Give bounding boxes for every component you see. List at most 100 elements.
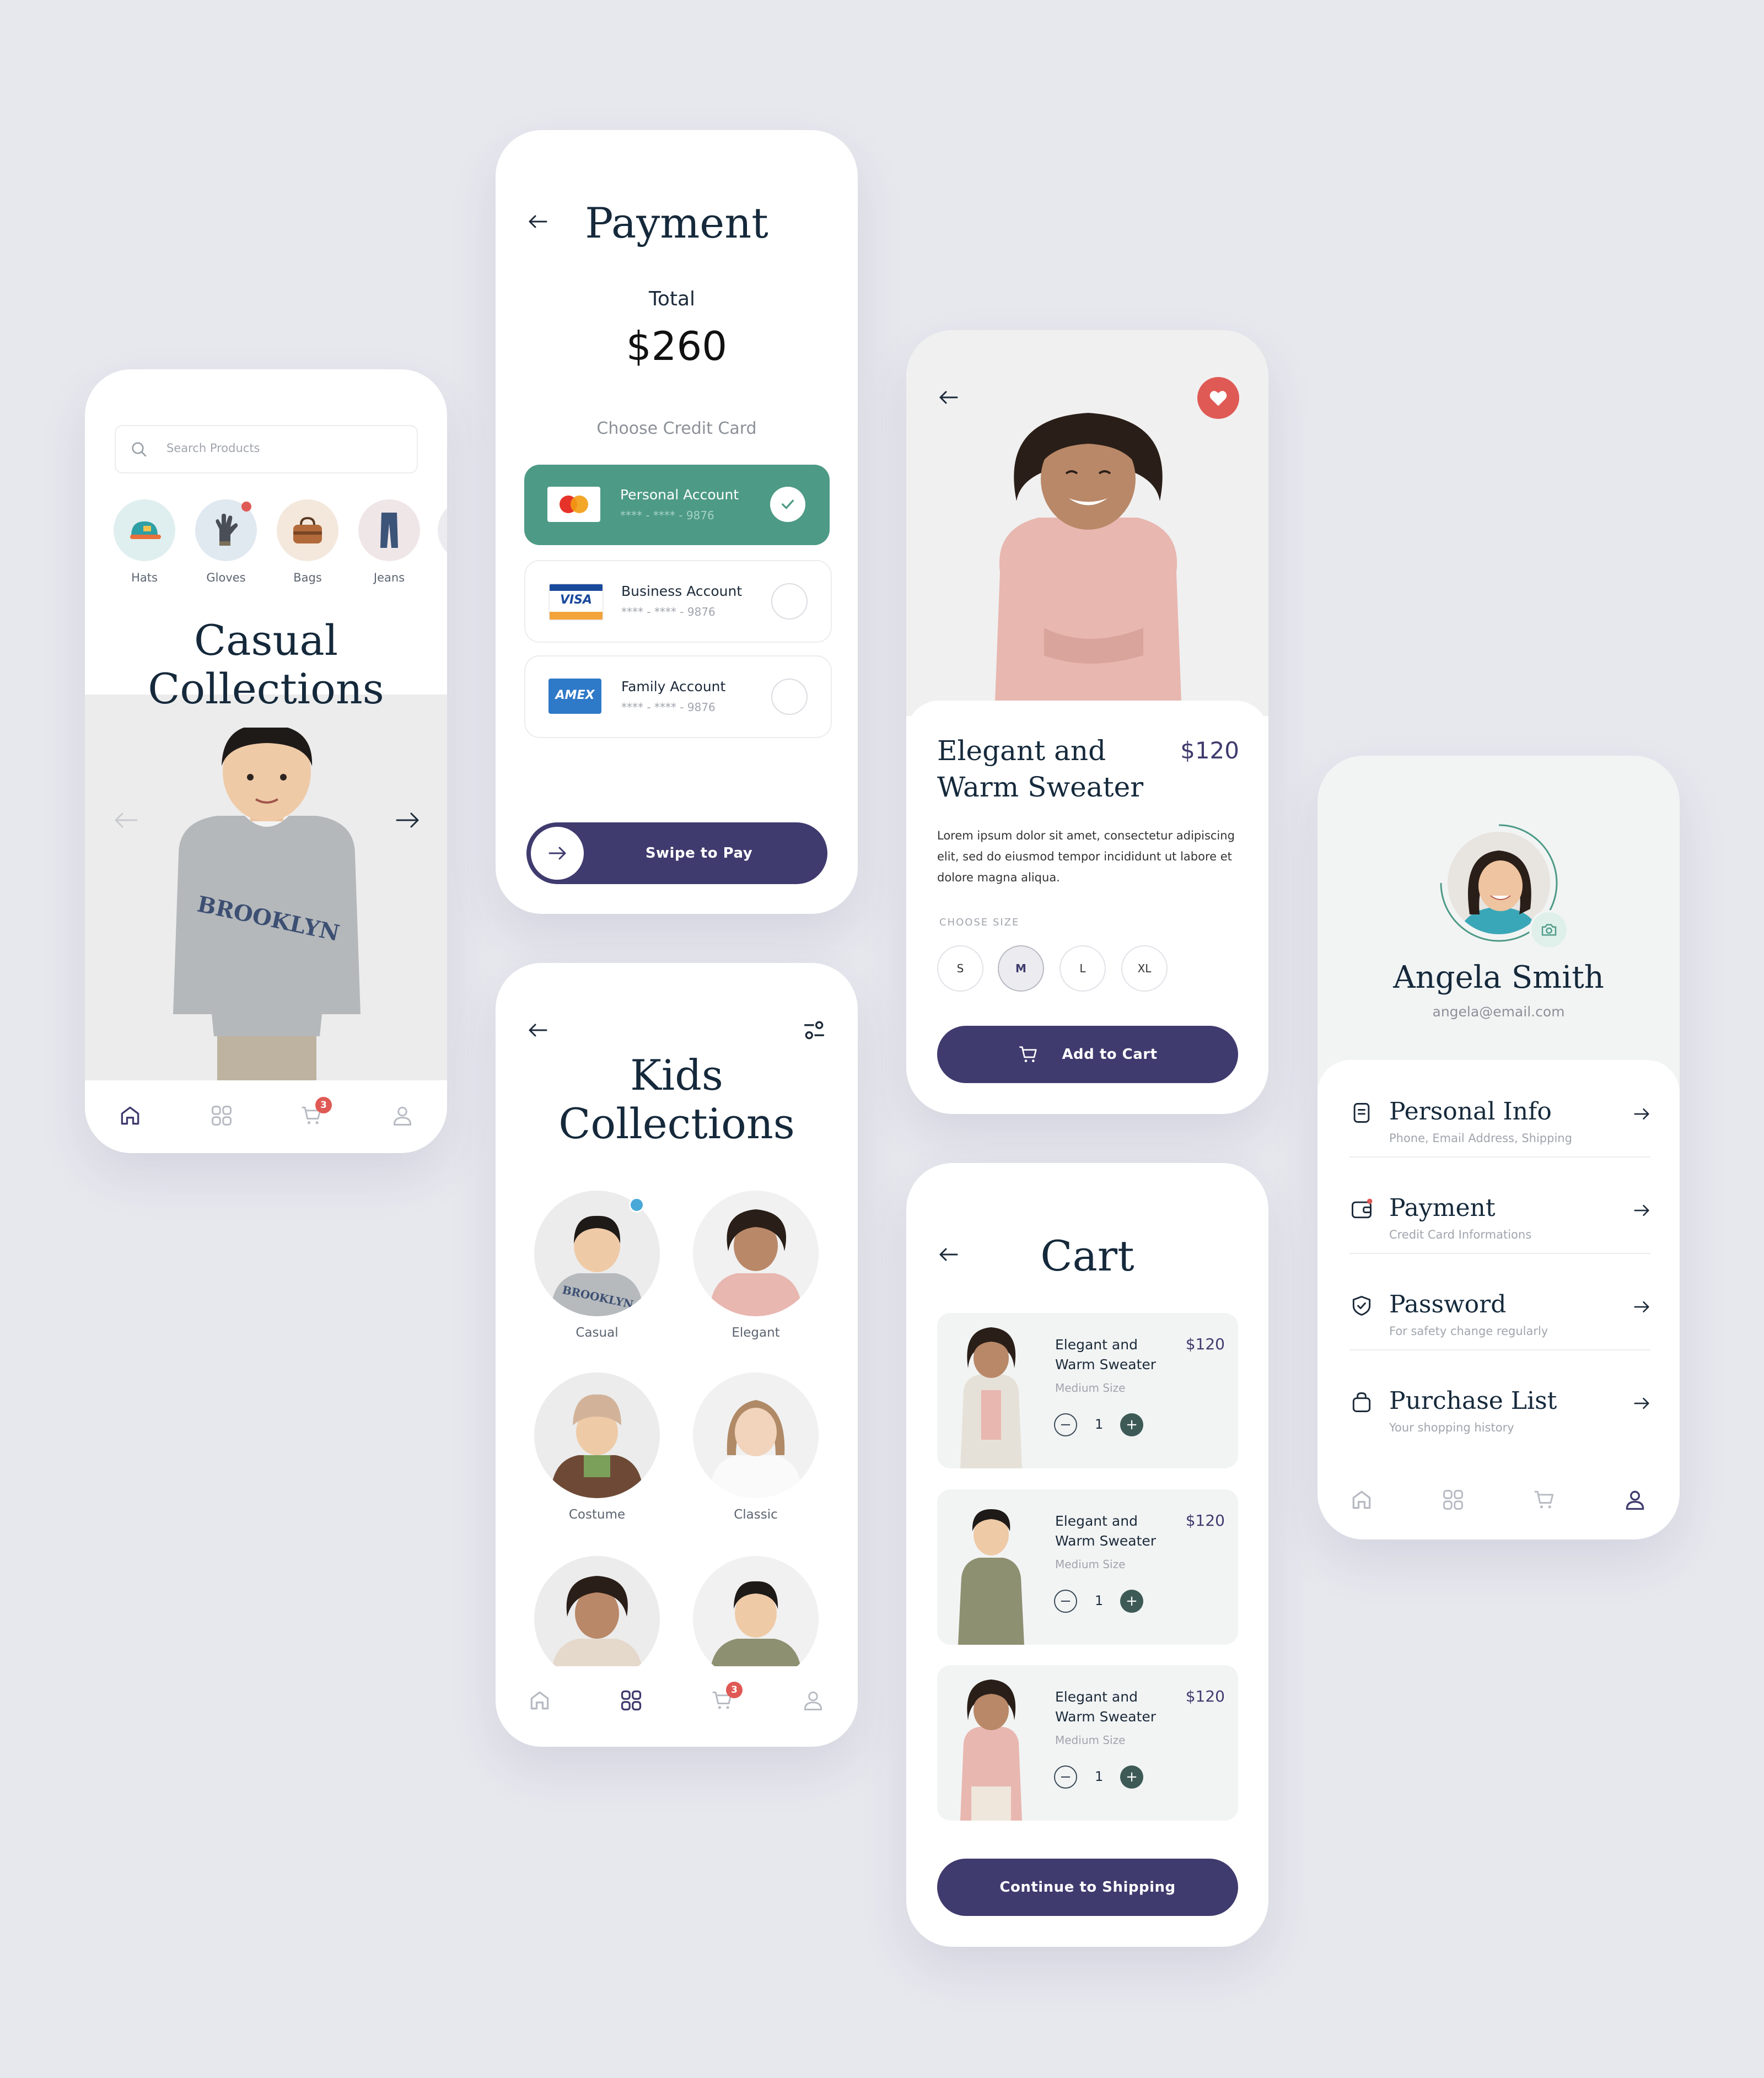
category-hats[interactable]: Hats xyxy=(114,499,175,588)
swipe-label: Swipe to Pay xyxy=(645,845,753,862)
category-costume[interactable]: Costume xyxy=(534,1372,660,1527)
grid-icon[interactable] xyxy=(619,1688,643,1713)
product-detail-screen: Elegant and Warm Sweater $120 Lorem ipsu… xyxy=(906,330,1268,1114)
menu-item-subtitle: Phone, Email Address, Shipping xyxy=(1389,1132,1572,1145)
extra-image-1 xyxy=(534,1556,660,1666)
bottom-nav: 3 xyxy=(496,1666,858,1747)
arrow-right-icon xyxy=(1633,1396,1650,1411)
grid-icon[interactable] xyxy=(1441,1488,1465,1512)
cart-icon[interactable] xyxy=(1532,1488,1557,1512)
camera-icon xyxy=(1540,921,1558,939)
size-option-xl[interactable]: XL xyxy=(1121,945,1168,992)
back-arrow-icon[interactable] xyxy=(526,1021,548,1039)
radio-unselected[interactable] xyxy=(771,679,808,715)
choose-card-label: Choose Credit Card xyxy=(596,419,757,438)
size-option-m[interactable]: M xyxy=(998,945,1044,992)
card-option-business[interactable]: VISA Business Account **** - **** - 9876 xyxy=(524,560,832,643)
home-screen: Search Products Hats Gloves Bags Jeans C… xyxy=(85,369,447,1153)
quantity-decrement-button[interactable]: − xyxy=(1054,1590,1077,1613)
add-to-cart-button[interactable]: Add to Cart xyxy=(937,1026,1238,1083)
back-arrow-icon[interactable] xyxy=(937,389,959,406)
search-bar[interactable]: Search Products xyxy=(115,425,418,473)
category-bags[interactable]: Bags xyxy=(277,499,338,588)
product-name-line2: Warm Sweater xyxy=(937,771,1144,803)
category-jeans[interactable]: Jeans xyxy=(358,499,420,588)
change-photo-button[interactable] xyxy=(1529,910,1569,950)
card-option-family[interactable]: AMEX Family Account **** - **** - 9876 xyxy=(524,655,832,738)
quantity-decrement-button[interactable]: − xyxy=(1054,1765,1077,1789)
swipe-to-pay-button[interactable]: Swipe to Pay xyxy=(526,822,827,884)
bag-icon xyxy=(1349,1390,1374,1414)
selected-check xyxy=(770,487,805,522)
arrow-right-icon xyxy=(1633,1106,1650,1122)
profile-icon[interactable] xyxy=(1623,1488,1647,1512)
category-classic[interactable]: Classic xyxy=(693,1372,819,1527)
radio-unselected[interactable] xyxy=(771,583,808,620)
menu-item-password[interactable]: Password For safety change regularly xyxy=(1349,1253,1650,1350)
category-bags-label: Bags xyxy=(293,571,322,584)
category-extra-1[interactable] xyxy=(534,1556,660,1666)
cart-icon xyxy=(1018,1043,1040,1065)
quantity-increment-button[interactable]: + xyxy=(1120,1413,1143,1436)
previous-arrow-icon[interactable] xyxy=(112,810,139,830)
category-jeans-label: Jeans xyxy=(373,571,405,584)
new-indicator-dot xyxy=(629,1197,644,1213)
menu-item-title: Password xyxy=(1389,1290,1507,1318)
search-icon xyxy=(130,440,148,458)
classic-image xyxy=(693,1372,819,1498)
next-arrow-icon[interactable] xyxy=(395,810,421,830)
cart-item-size: Medium Size xyxy=(1055,1734,1126,1747)
continue-to-shipping-button[interactable]: Continue to Shipping xyxy=(937,1859,1238,1916)
category-extra-2[interactable] xyxy=(693,1556,819,1666)
arrow-right-icon xyxy=(1633,1203,1650,1218)
filter-icon[interactable] xyxy=(802,1018,826,1042)
menu-item-title: Personal Info xyxy=(1389,1097,1552,1126)
category-more-peek[interactable] xyxy=(438,499,447,561)
shield-icon xyxy=(1349,1294,1374,1318)
card-name: Personal Account xyxy=(620,487,739,503)
kids-collections-screen: Kids Collections BROOKLYN Casual Elegant… xyxy=(496,963,858,1747)
category-gloves[interactable]: Gloves xyxy=(195,499,257,588)
profile-icon[interactable] xyxy=(390,1103,415,1128)
quantity-value: 1 xyxy=(1095,1769,1104,1784)
swipe-handle[interactable] xyxy=(531,827,584,880)
cart-item-price: $120 xyxy=(1185,1687,1225,1705)
bag-icon xyxy=(290,515,325,546)
grid-icon[interactable] xyxy=(209,1103,234,1128)
quantity-increment-button[interactable]: + xyxy=(1120,1765,1143,1789)
profile-icon[interactable] xyxy=(801,1688,825,1713)
size-option-l[interactable]: L xyxy=(1060,945,1106,992)
home-icon[interactable] xyxy=(528,1688,552,1713)
category-elegant[interactable]: Elegant xyxy=(693,1191,819,1345)
collection-title-line1: Kids xyxy=(630,1051,723,1100)
cart-item-price: $120 xyxy=(1185,1335,1225,1353)
search-input[interactable]: Search Products xyxy=(166,442,260,455)
category-casual[interactable]: BROOKLYN Casual xyxy=(534,1191,660,1345)
category-gloves-label: Gloves xyxy=(206,571,246,584)
cart-item-image xyxy=(953,1676,1030,1821)
menu-item-purchase-list[interactable]: Purchase List Your shopping history xyxy=(1349,1349,1650,1446)
home-icon[interactable] xyxy=(1349,1488,1374,1512)
profile-screen: Angela Smith angela@email.com Personal I… xyxy=(1317,756,1680,1539)
profile-name: Angela Smith xyxy=(1393,960,1604,995)
size-option-s[interactable]: S xyxy=(937,945,983,992)
card-option-personal[interactable]: Personal Account **** - **** - 9876 xyxy=(524,465,830,545)
quantity-decrement-button[interactable]: − xyxy=(1054,1413,1077,1436)
menu-item-subtitle: For safety change regularly xyxy=(1389,1325,1548,1338)
page-title: Payment xyxy=(585,198,768,247)
elegant-image xyxy=(693,1191,819,1316)
extra-image-2 xyxy=(693,1556,819,1666)
menu-item-subtitle: Your shopping history xyxy=(1389,1421,1514,1434)
cart-item: Elegant and Warm Sweater $120 Medium Size… xyxy=(937,1489,1238,1645)
total-label: Total xyxy=(648,288,696,310)
favorite-button[interactable] xyxy=(1197,377,1239,419)
wallet-icon xyxy=(1349,1197,1374,1221)
home-icon[interactable] xyxy=(118,1103,142,1128)
menu-item-subtitle: Credit Card Informations xyxy=(1389,1228,1532,1241)
quantity-increment-button[interactable]: + xyxy=(1120,1590,1143,1613)
menu-item-payment[interactable]: Payment Credit Card Informations xyxy=(1349,1156,1650,1254)
cart-item-size: Medium Size xyxy=(1055,1381,1126,1395)
cart-item: Elegant and Warm Sweater $120 Medium Size… xyxy=(937,1313,1238,1468)
size-label: CHOOSE SIZE xyxy=(939,917,1020,928)
menu-item-personal-info[interactable]: Personal Info Phone, Email Address, Ship… xyxy=(1349,1060,1650,1158)
